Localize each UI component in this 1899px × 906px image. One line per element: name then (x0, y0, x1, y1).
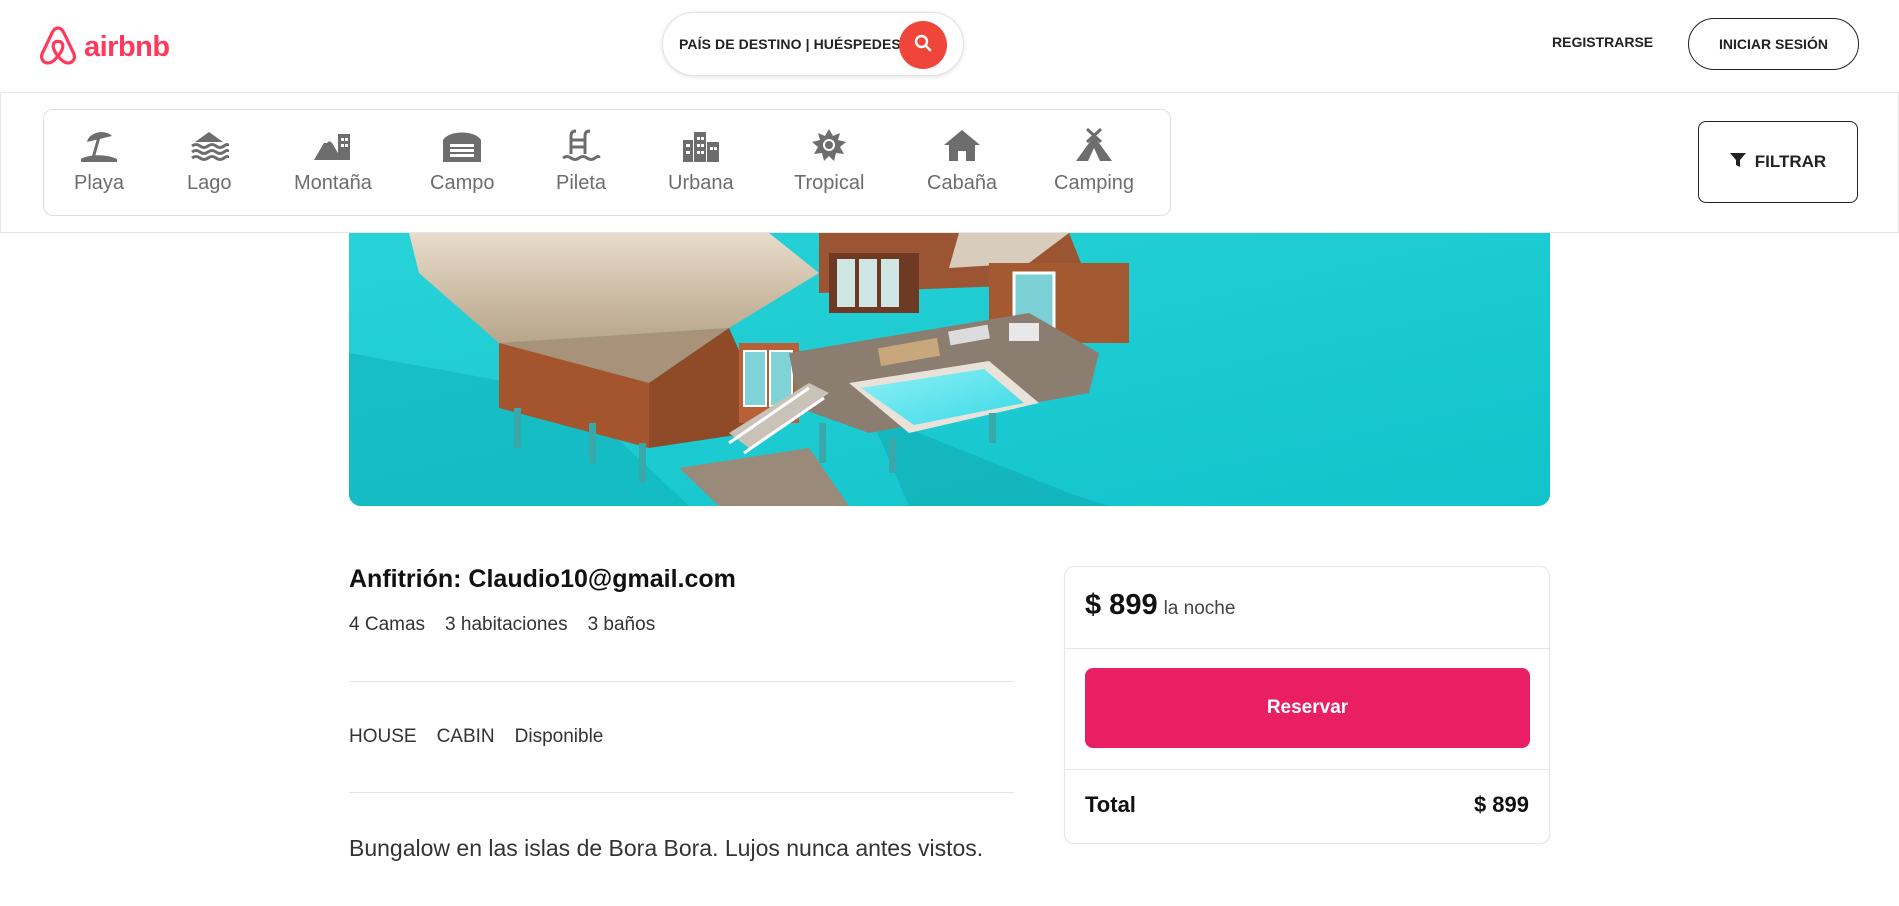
card-divider (1065, 769, 1549, 770)
beach-umbrella-icon (79, 128, 119, 167)
category-camping[interactable]: Camping (1054, 127, 1135, 195)
total-label: Total (1085, 792, 1136, 817)
booking-card: $ 899 la noche Reservar Total $ 899 (1064, 566, 1550, 844)
category-campo[interactable]: Campo (430, 128, 494, 195)
listing-specs: 4 Camas 3 habitaciones 3 baños (349, 614, 655, 636)
barn-icon (441, 128, 483, 167)
price-amount: $ 899 (1085, 589, 1158, 621)
search-placeholder: PAÍS DE DESTINO | HUÉSPEDES (679, 36, 901, 52)
category-label: Pileta (556, 172, 607, 194)
filter-label: FILTRAR (1754, 152, 1827, 171)
nightly-price: $ 899 la noche (1085, 589, 1235, 622)
pool-ladder-icon (561, 128, 601, 167)
category-urbana[interactable]: Urbana (668, 128, 734, 195)
tag-type: HOUSE (349, 726, 417, 747)
search-icon (913, 33, 933, 58)
category-playa[interactable]: Playa (74, 128, 124, 195)
search-bar[interactable]: PAÍS DE DESTINO | HUÉSPEDES (662, 12, 964, 76)
filter-button[interactable]: FILTRAR (1698, 121, 1858, 203)
price-unit: la noche (1163, 598, 1236, 619)
host-title: Anfitrión: Claudio10@gmail.com (349, 565, 736, 593)
category-label: Tropical (794, 172, 865, 194)
lake-icon (189, 128, 230, 167)
category-label: Lago (187, 172, 232, 194)
total-value: $ 899 (1473, 792, 1529, 817)
beds-count: 4 Camas (349, 614, 426, 635)
baths-count: 3 baños (587, 614, 656, 635)
tent-icon (1074, 127, 1114, 167)
category-label: Montaña (294, 172, 372, 194)
category-list: Playa Lago Montaña Campo Pileta Urbana T… (43, 109, 1171, 216)
divider (349, 792, 1014, 793)
register-link[interactable]: REGISTRARSE (1552, 34, 1653, 50)
listing-photo (349, 233, 1550, 506)
sun-icon (809, 128, 849, 167)
listing-tags: HOUSE CABIN Disponible (349, 726, 603, 748)
airbnb-logo[interactable]: airbnb (38, 24, 170, 71)
city-icon (681, 128, 721, 167)
tag-category: CABIN (436, 726, 495, 747)
airbnb-logo-text: airbnb (84, 31, 170, 63)
airbnb-logo-icon (38, 24, 78, 71)
top-navbar: airbnb PAÍS DE DESTINO | HUÉSPEDES REGIS… (0, 0, 1899, 92)
category-label: Campo (430, 172, 495, 194)
category-montana[interactable]: Montaña (294, 128, 372, 195)
category-lago[interactable]: Lago (187, 128, 232, 195)
category-label: Urbana (668, 172, 734, 194)
divider (349, 681, 1014, 682)
card-divider (1065, 648, 1549, 649)
category-tropical[interactable]: Tropical (794, 128, 864, 195)
tag-availability: Disponible (514, 726, 604, 747)
mountain-icon (312, 128, 354, 167)
rooms-count: 3 habitaciones (445, 614, 568, 635)
funnel-icon (1729, 152, 1746, 173)
house-icon (942, 128, 982, 167)
category-label: Cabaña (927, 172, 998, 194)
category-cabana[interactable]: Cabaña (927, 128, 997, 195)
category-label: Camping (1054, 172, 1135, 194)
category-bar: Playa Lago Montaña Campo Pileta Urbana T… (0, 92, 1899, 233)
reserve-button[interactable]: Reservar (1085, 668, 1530, 748)
login-button[interactable]: INICIAR SESIÓN (1688, 18, 1859, 70)
category-label: Playa (74, 172, 125, 194)
search-button[interactable] (899, 21, 947, 69)
category-pileta[interactable]: Pileta (556, 128, 606, 195)
listing-description: Bungalow en las islas de Bora Bora. Lujo… (349, 835, 984, 861)
